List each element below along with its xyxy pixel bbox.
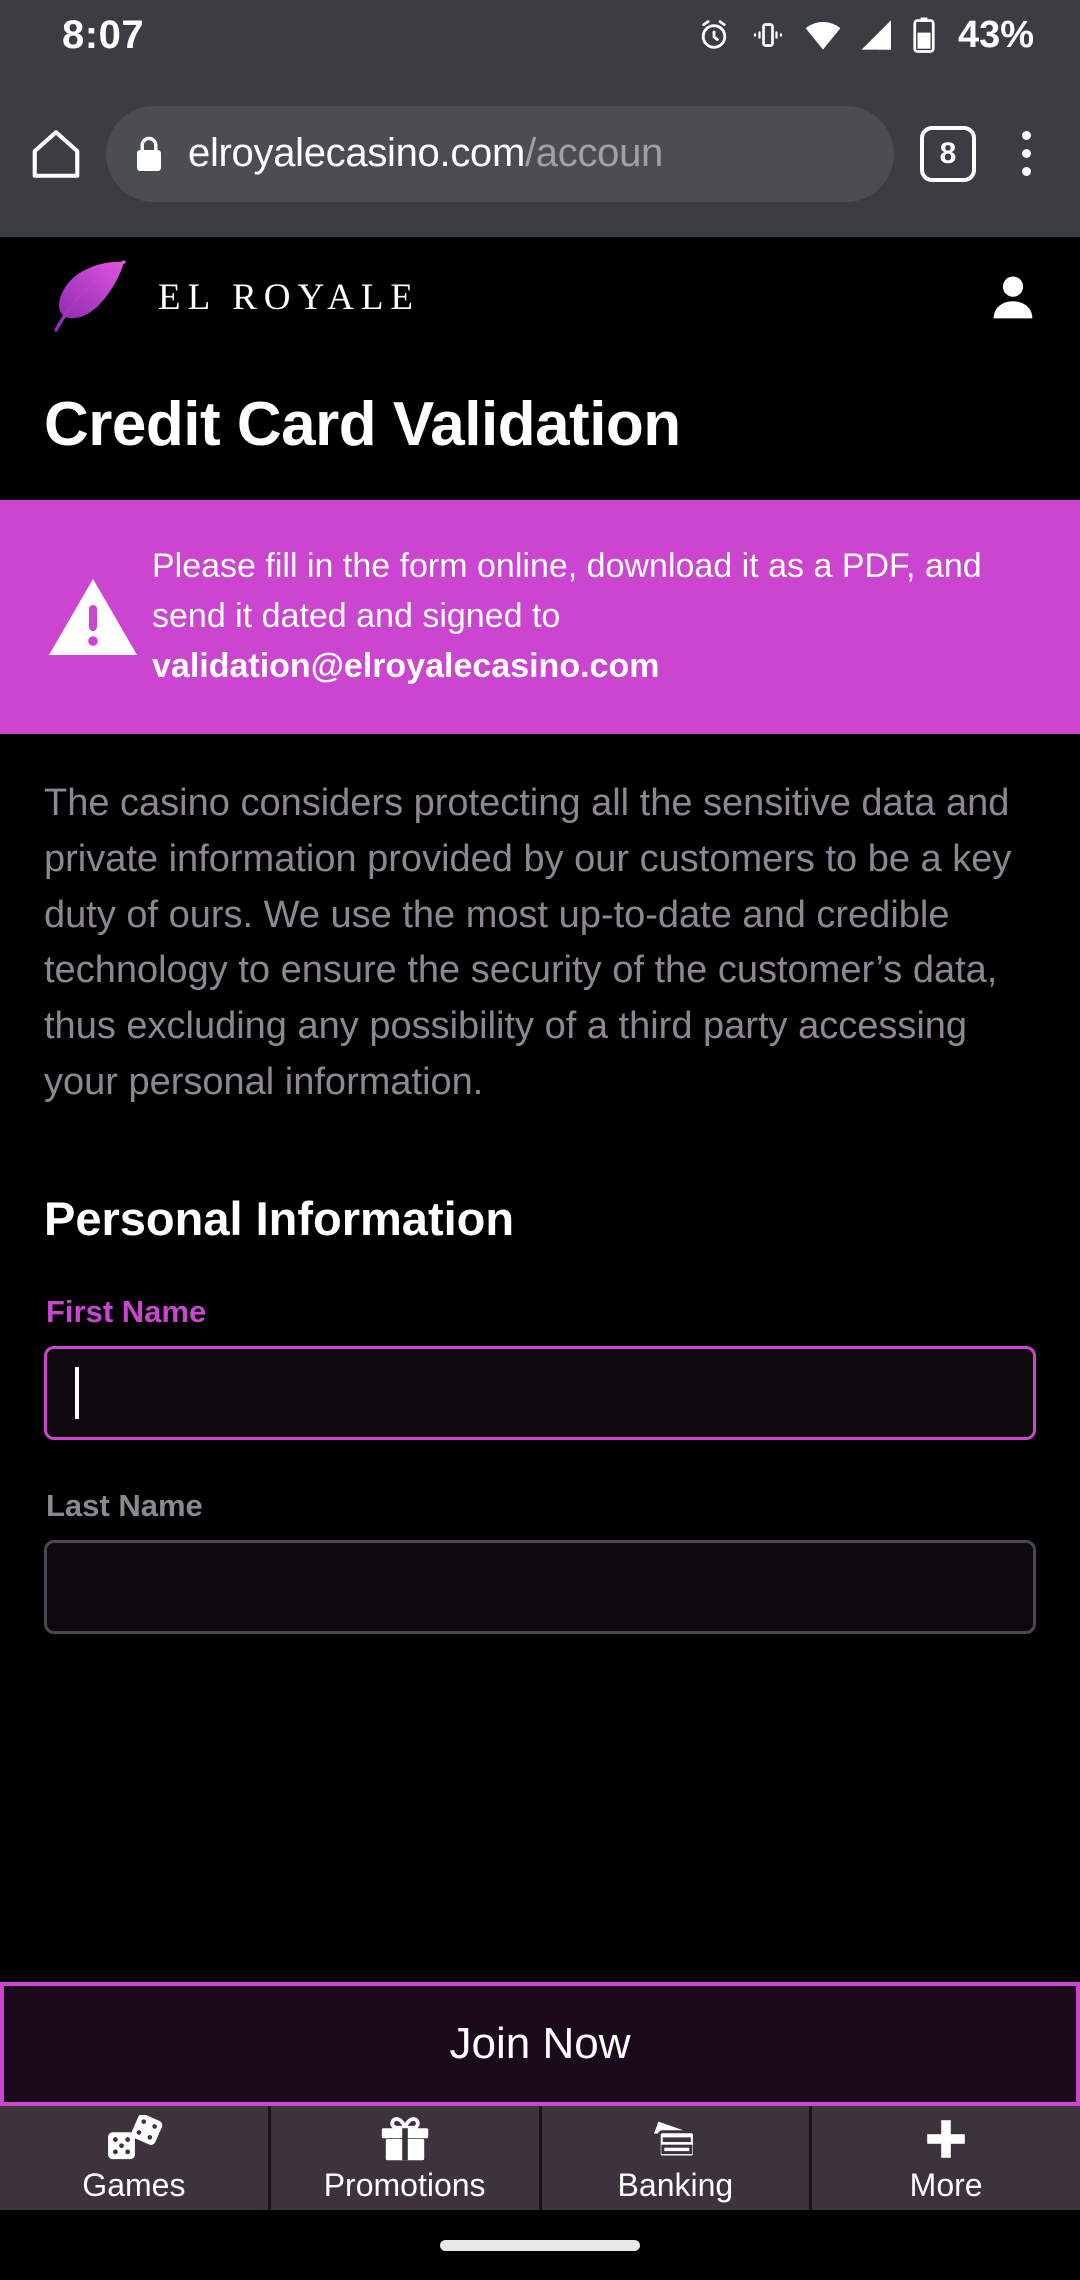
browser-toolbar: elroyalecasino.com/accoun 8	[0, 70, 1080, 237]
battery-percent-label: 43%	[957, 13, 1034, 56]
gesture-navigation-bar	[0, 2210, 1080, 2280]
personal-information-heading: Personal Information	[44, 1192, 515, 1246]
nav-label-banking: Banking	[617, 2167, 734, 2203]
warning-triangle-icon	[34, 575, 152, 659]
feather-logo-icon	[40, 254, 130, 341]
last-name-label: Last Name	[46, 1488, 203, 1524]
status-bar: 8:07 43%	[0, 0, 1080, 70]
alert-email: validation@elroyalecasino.com	[152, 646, 660, 685]
bottom-navigation: Games Promotions Banking More	[0, 2106, 1080, 2210]
home-indicator[interactable]	[440, 2239, 640, 2251]
nav-item-banking[interactable]: Banking	[542, 2106, 813, 2210]
account-person-icon[interactable]	[986, 270, 1040, 324]
tab-switcher-button[interactable]: 8	[920, 125, 976, 182]
page-title: Credit Card Validation	[44, 390, 681, 459]
home-icon[interactable]	[20, 118, 92, 190]
nav-label-games: Games	[82, 2167, 186, 2203]
last-name-input[interactable]	[44, 1540, 1036, 1635]
overflow-menu-icon[interactable]	[998, 131, 1054, 176]
credit-cards-icon	[648, 2115, 702, 2163]
url-bar[interactable]: elroyalecasino.com/accoun	[106, 105, 894, 202]
nav-label-more: More	[909, 2167, 983, 2203]
join-now-label: Join Now	[449, 2019, 631, 2068]
first-name-label: First Name	[46, 1294, 207, 1330]
site-header: EL ROYALE	[0, 237, 1080, 357]
dice-icon	[105, 2115, 163, 2163]
url-domain: elroyalecasino.com	[188, 131, 525, 175]
alert-message: Please fill in the form online, download…	[152, 542, 1046, 692]
privacy-paragraph: The casino considers protecting all the …	[44, 781, 1012, 1104]
join-now-button[interactable]: Join Now	[0, 1982, 1080, 2106]
cellular-signal-icon	[860, 18, 894, 52]
url-text: elroyalecasino.com/accoun	[188, 131, 663, 176]
wifi-icon	[804, 18, 842, 52]
nav-item-games[interactable]: Games	[0, 2106, 271, 2210]
gift-icon	[379, 2115, 431, 2163]
lock-icon	[132, 134, 166, 174]
text-cursor	[75, 1367, 79, 1420]
field-last-name: Last Name	[0, 1440, 1080, 1635]
url-path: /accoun	[524, 131, 663, 175]
nav-label-promotions: Promotions	[323, 2167, 486, 2203]
status-clock: 8:07	[62, 12, 145, 57]
alert-line-1: Please fill in the form online, download…	[152, 547, 916, 585]
vibrate-icon	[750, 17, 786, 53]
nav-item-more[interactable]: More	[812, 2106, 1080, 2210]
brand-logo[interactable]: EL ROYALE	[40, 254, 420, 341]
first-name-input[interactable]	[44, 1346, 1036, 1441]
alarm-icon	[696, 17, 732, 53]
nav-item-promotions[interactable]: Promotions	[271, 2106, 542, 2210]
battery-icon	[912, 16, 936, 54]
validation-alert-banner: Please fill in the form online, download…	[0, 500, 1080, 734]
phone-screen: 8:07 43% elroyalecasino.com/accoun 8 EL …	[0, 0, 1080, 2280]
status-icon-tray: 43%	[696, 14, 1034, 57]
plus-icon	[922, 2115, 970, 2163]
field-first-name: First Name	[0, 1246, 1080, 1441]
brand-name: EL ROYALE	[158, 276, 421, 318]
